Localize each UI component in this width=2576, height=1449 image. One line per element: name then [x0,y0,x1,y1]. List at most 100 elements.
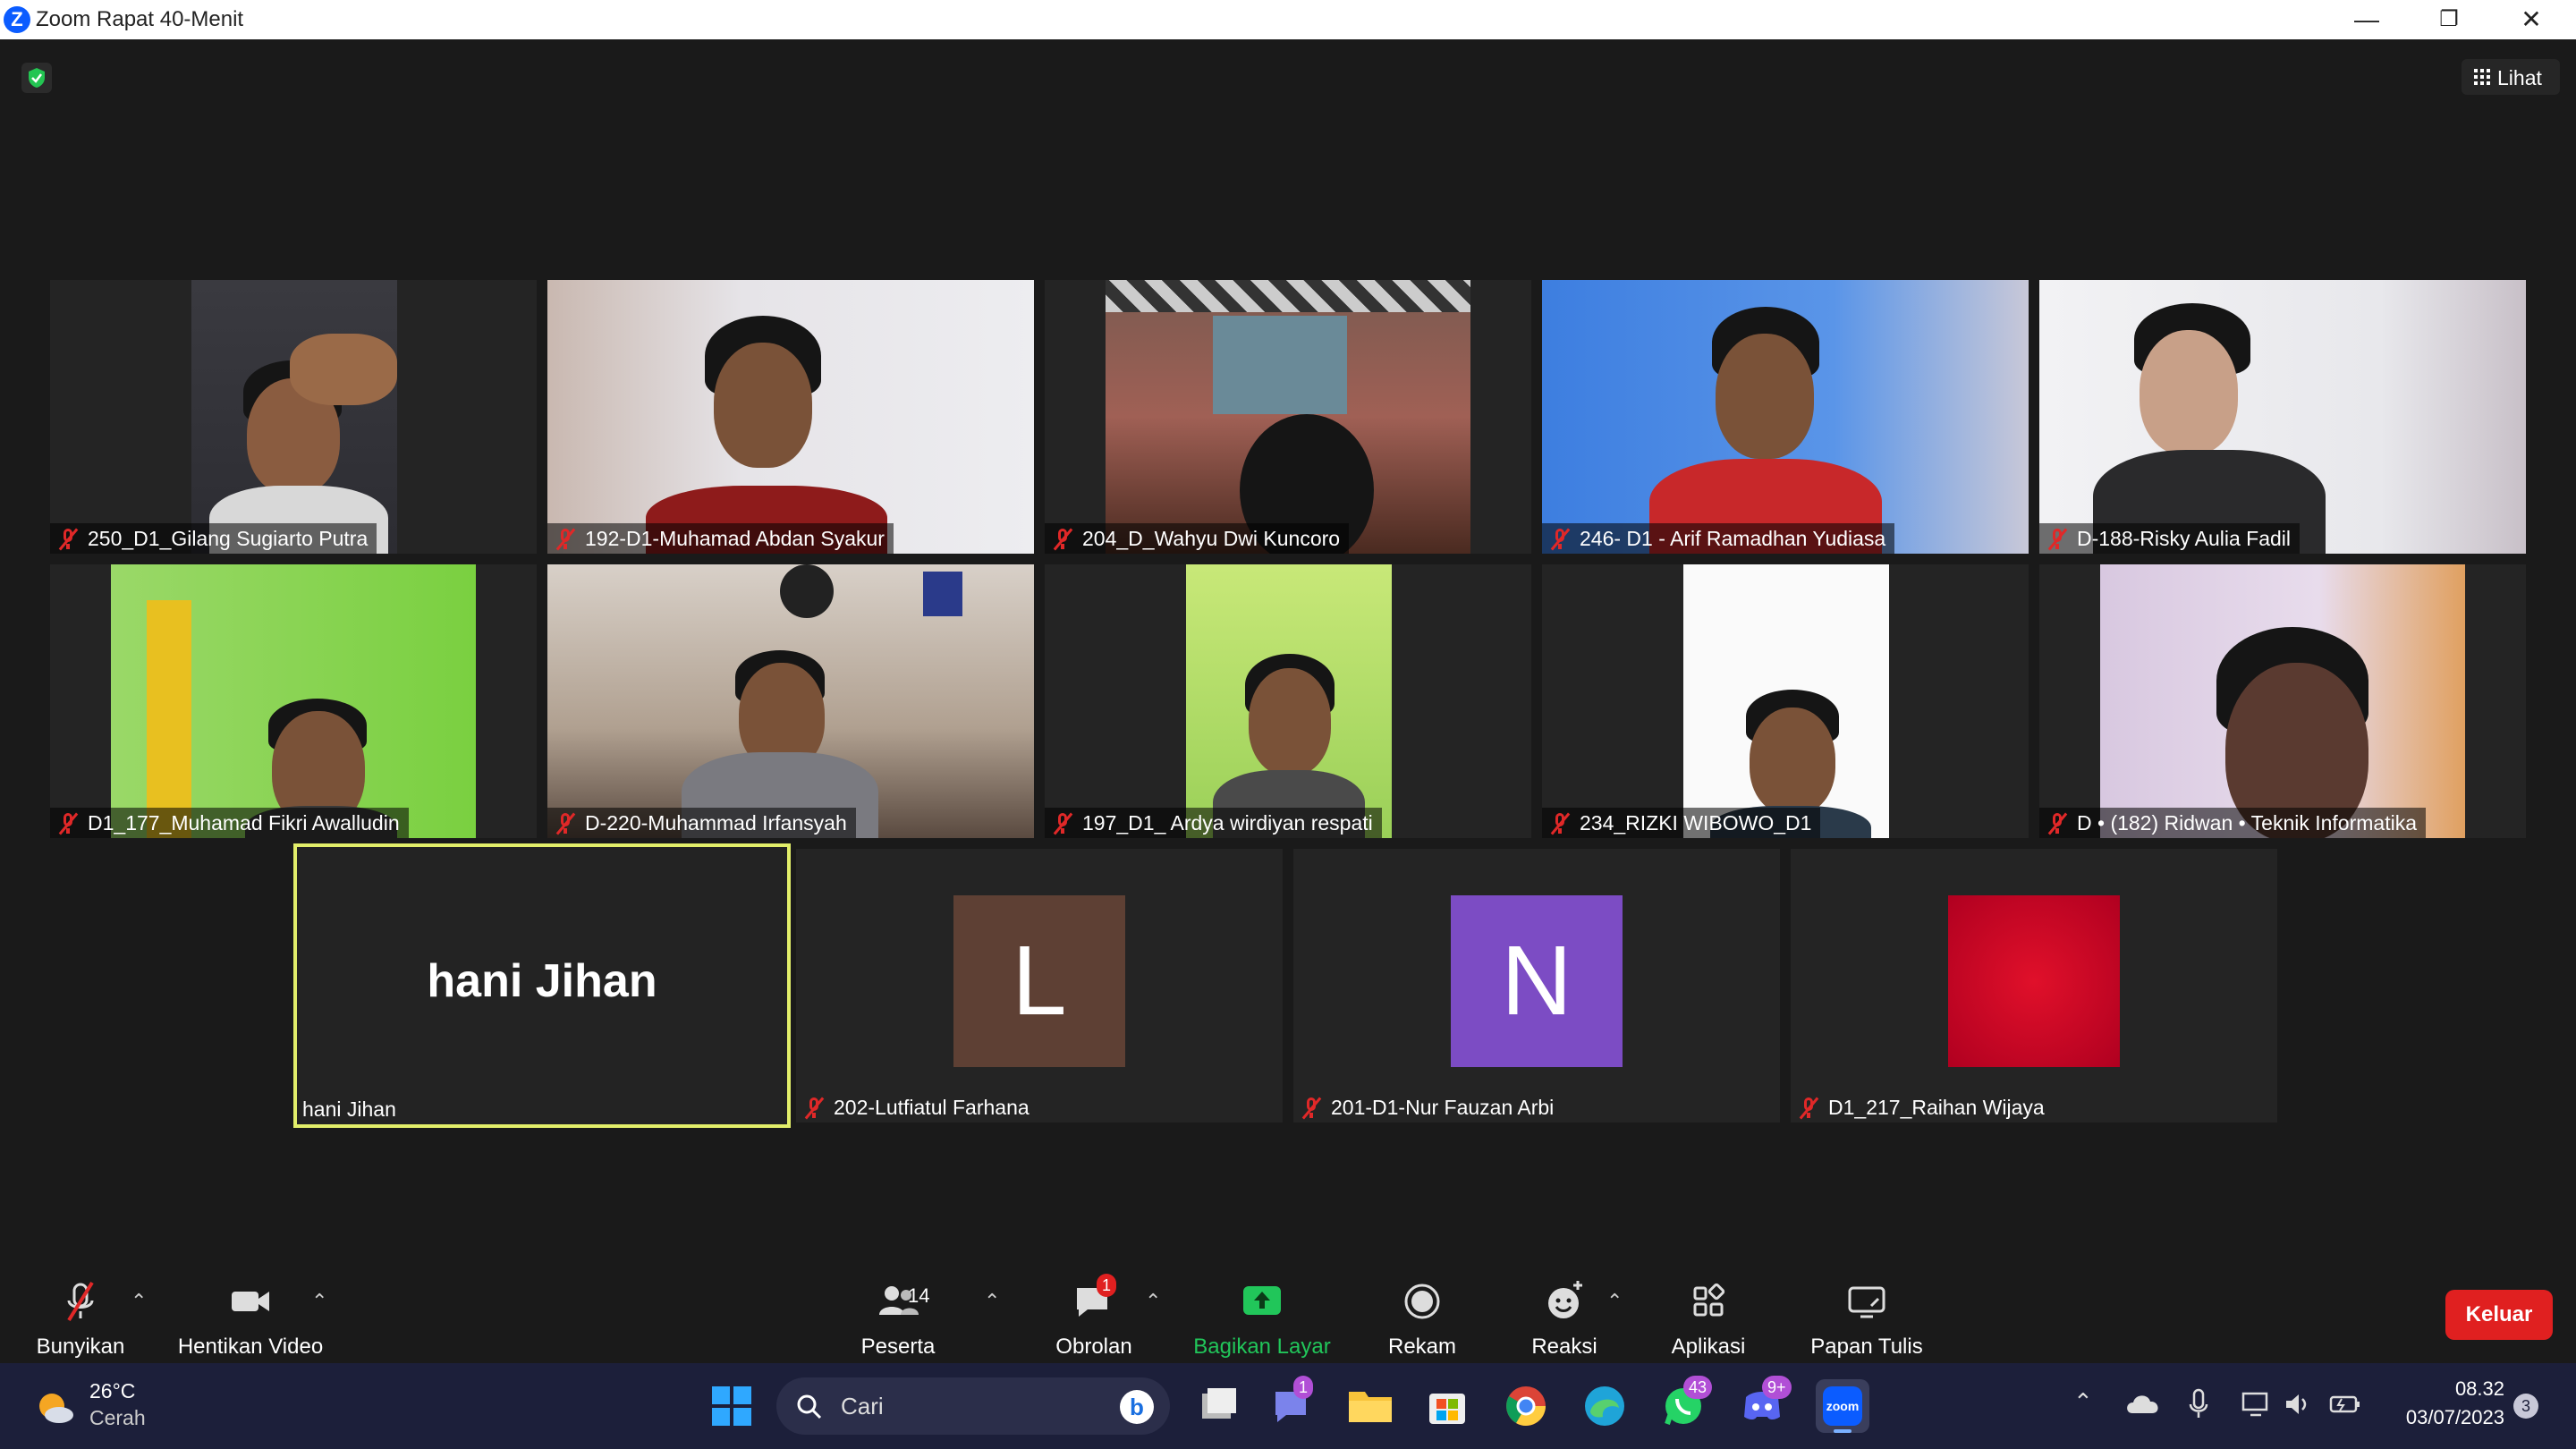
edge-icon[interactable] [1578,1379,1631,1433]
video-feed [1542,280,2029,554]
whiteboard-icon [1844,1279,1889,1324]
onedrive-cloud-icon[interactable] [2125,1392,2161,1413]
video-feed [2100,564,2465,838]
chat-button[interactable]: 1 Obrolan [1049,1274,1139,1359]
participant-tile[interactable]: D • (182) Ridwan • Teknik Informatika [2039,564,2526,838]
participant-tile[interactable]: D-220-Muhammad Irfansyah [547,564,1034,838]
participant-name-label: 246- D1 - Arif Ramadhan Yudiasa [1542,523,1895,554]
microsoft-store-icon[interactable] [1420,1379,1474,1433]
meeting-stage: Lihat 250_D1_Gilang Sugiarto Putra 192-D… [0,39,2576,1270]
video-camera-icon [228,1279,273,1324]
minimize-button[interactable]: — [2326,0,2408,39]
participant-tile[interactable]: 250_D1_Gilang Sugiarto Putra [50,280,537,554]
mic-muted-icon [801,1095,826,1120]
taskbar-search-box[interactable]: Cari b [776,1377,1170,1435]
participant-name-label: 201-D1-Nur Fauzan Arbi [1293,1092,1563,1123]
stop-video-button[interactable]: Hentikan Video [178,1279,323,1359]
mic-muted-icon [1796,1095,1821,1120]
participant-tile[interactable]: 246- D1 - Arif Ramadhan Yudiasa [1542,280,2029,554]
whatsapp-badge: 43 [1683,1376,1713,1399]
video-options-chevron-icon[interactable]: ⌃ [311,1290,327,1313]
video-feed [547,564,1034,838]
volume-icon[interactable] [2283,1390,2311,1423]
participant-name-label: 250_D1_Gilang Sugiarto Putra [50,523,377,554]
audio-options-chevron-icon[interactable]: ⌃ [131,1290,147,1313]
teams-chat-icon[interactable]: 1 [1267,1376,1320,1433]
video-feed [1106,280,1470,554]
participant-tile[interactable]: D1_177_Muhamad Fikri Awalludin [50,564,537,838]
discord-icon[interactable]: 9+ [1735,1376,1792,1433]
start-windows-icon[interactable] [710,1385,753,1428]
bing-icon[interactable]: b [1120,1390,1154,1424]
participant-tile[interactable]: L 202-Lutfiatul Farhana [796,849,1283,1123]
mic-muted-icon [1050,526,1075,551]
teams-badge: 1 [1293,1376,1314,1399]
participant-name-label: D • (182) Ridwan • Teknik Informatika [2039,808,2426,838]
mic-muted-icon [2045,810,2070,835]
avatar [1948,895,2120,1067]
meeting-toolbar: Bunyikan ⌃ Hentikan Video ⌃ 14 Peserta ⌃… [0,1270,2576,1363]
grid-icon [2474,69,2490,85]
participant-tile[interactable]: N 201-D1-Nur Fauzan Arbi [1293,849,1780,1123]
reactions-options-chevron-icon[interactable]: ⌃ [1606,1290,1623,1313]
participants-options-chevron-icon[interactable]: ⌃ [984,1290,1000,1313]
battery-icon[interactable] [2329,1394,2361,1419]
search-placeholder: Cari [841,1393,884,1419]
active-speaker-tile[interactable]: hani Jihan hani Jihan [293,843,791,1128]
view-button[interactable]: Lihat [2462,59,2560,95]
file-explorer-icon[interactable] [1343,1379,1397,1433]
record-icon [1400,1279,1445,1324]
chrome-icon[interactable] [1499,1379,1553,1433]
participant-tile[interactable]: 234_RIZKI WIBOWO_D1 [1542,564,2029,838]
smiley-plus-icon [1542,1279,1587,1324]
restore-button[interactable]: ❐ [2408,0,2490,39]
close-button[interactable]: ✕ [2490,0,2572,39]
network-icon[interactable] [2241,1390,2270,1423]
notification-count-badge[interactable]: 3 [2513,1394,2538,1419]
clock-date[interactable]: 03/07/2023 [2379,1406,2504,1429]
leave-button[interactable]: Keluar [2445,1290,2553,1340]
participants-button[interactable]: 14 Peserta [853,1279,943,1359]
zoom-logo-icon: Z [4,6,30,33]
whatsapp-icon[interactable]: 43 [1657,1376,1713,1433]
participant-name-label: D1_217_Raihan Wijaya [1791,1092,2054,1123]
participants-count: 14 [908,1284,930,1307]
video-feed [1186,564,1392,838]
mic-muted-icon [1547,526,1572,551]
participant-tile[interactable]: 204_D_Wahyu Dwi Kuncoro [1045,280,1531,554]
zoom-taskbar-icon[interactable]: zoom [1816,1379,1869,1433]
participant-tile[interactable]: 197_D1_ Ardya wirdiyan respati [1045,564,1531,838]
participant-name-label: D-188-Risky Aulia Fadil [2039,523,2301,554]
weather-temperature[interactable]: 26°C [89,1379,135,1403]
chat-options-chevron-icon[interactable]: ⌃ [1145,1290,1161,1313]
encryption-shield-icon[interactable] [21,63,52,93]
active-speaker-display-name: hani Jihan [427,955,657,1007]
avatar: L [953,895,1125,1067]
reactions-button[interactable]: Reaksi [1520,1279,1609,1359]
windows-taskbar: 26°C Cerah Cari b 1 43 9+ zoom ⌃ 08.32 0… [0,1363,2576,1449]
weather-description[interactable]: Cerah [89,1406,146,1430]
participant-name-label: 204_D_Wahyu Dwi Kuncoro [1045,523,1350,554]
participant-tile[interactable]: D1_217_Raihan Wijaya [1791,849,2277,1123]
mic-muted-icon [1050,810,1075,835]
participant-tile[interactable]: 192-D1-Muhamad Abdan Syakur [547,280,1034,554]
mic-muted-icon [1299,1095,1324,1120]
view-label: Lihat [2497,66,2542,89]
apps-button[interactable]: Aplikasi [1664,1279,1753,1359]
weather-sun-icon[interactable] [32,1385,77,1429]
video-feed [191,280,397,554]
clock-time[interactable]: 08.32 [2379,1377,2504,1401]
record-button[interactable]: Rekam [1377,1279,1467,1359]
whiteboard-button[interactable]: Papan Tulis [1810,1279,1923,1359]
show-hidden-icons-chevron-icon[interactable]: ⌃ [2073,1388,2093,1416]
video-feed [111,564,476,838]
task-view-icon[interactable] [1190,1379,1243,1433]
mic-muted-icon [553,810,578,835]
chat-badge: 1 [1097,1274,1117,1297]
unmute-button[interactable]: Bunyikan [36,1279,125,1359]
microphone-icon[interactable] [2188,1388,2209,1425]
share-screen-button[interactable]: Bagikan Layar [1193,1279,1331,1359]
participant-tile[interactable]: D-188-Risky Aulia Fadil [2039,280,2526,554]
participant-name-label: 234_RIZKI WIBOWO_D1 [1542,808,1821,838]
discord-badge: 9+ [1762,1376,1792,1399]
